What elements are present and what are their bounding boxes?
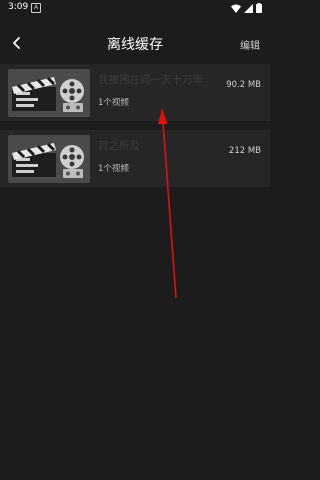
item-size: 90.2 MB — [226, 80, 261, 90]
item-video-count: 1个视频 — [98, 164, 129, 174]
app-header: 离线缓存 编辑 — [0, 26, 270, 62]
screen: 3:09 A 离线缓存 编辑 我被困在同一天十万年 1个视频 90.2 MB 目… — [0, 0, 270, 480]
film-clapper-reel-icon — [8, 69, 90, 117]
item-title: 目之所及 — [98, 140, 140, 152]
item-size: 212 MB — [228, 146, 261, 156]
item-video-count: 1个视频 — [98, 98, 129, 108]
cache-item[interactable]: 我被困在同一天十万年 1个视频 90.2 MB — [0, 64, 270, 121]
page-title: 离线缓存 — [107, 37, 163, 53]
item-title: 我被困在同一天十万年 — [98, 74, 203, 86]
video-thumbnail — [8, 135, 90, 183]
battery-icon — [256, 3, 262, 13]
video-thumbnail — [8, 69, 90, 117]
signal-icon — [244, 3, 253, 13]
edit-button[interactable]: 编辑 — [240, 37, 260, 52]
cache-item[interactable]: 目之所及 1个视频 212 MB — [0, 130, 270, 187]
film-clapper-reel-icon — [8, 135, 90, 183]
wifi-icon — [231, 4, 241, 13]
status-icons — [231, 3, 262, 13]
status-bar: 3:09 A — [0, 0, 270, 18]
status-time: 3:09 — [8, 2, 29, 12]
cache-list: 我被困在同一天十万年 1个视频 90.2 MB 目之所及 1个视频 212 MB — [0, 64, 270, 196]
notification-a-icon: A — [31, 3, 41, 13]
